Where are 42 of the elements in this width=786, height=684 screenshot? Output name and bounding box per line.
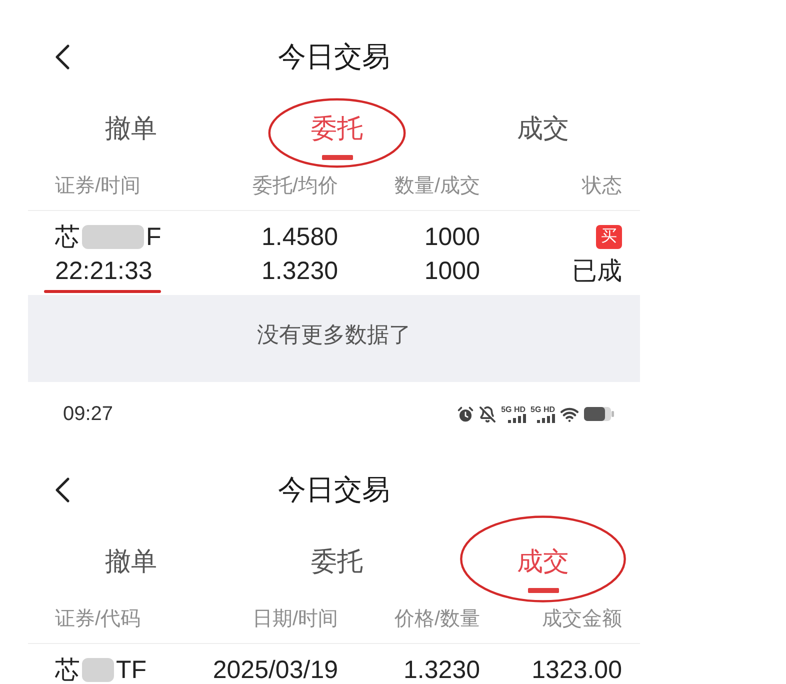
bell-off-icon xyxy=(479,406,496,422)
network-label: 5G HD xyxy=(530,405,555,414)
table-cell-text: 1323.00 xyxy=(532,655,622,684)
column-header: 证券/时间 xyxy=(55,175,141,197)
table-cell-text: 2025/03/19 xyxy=(212,655,338,684)
column-header: 成交金额 xyxy=(542,608,622,630)
tab[interactable]: 撤单 xyxy=(105,546,157,593)
blurred-patch xyxy=(82,225,144,249)
page-title: 今日交易 xyxy=(278,473,390,507)
column-header: 委托/均价 xyxy=(252,175,338,197)
column-header: 证券/代码 xyxy=(55,608,141,630)
stock-name-fragment: 芯 xyxy=(55,222,80,253)
back-icon[interactable] xyxy=(54,477,70,503)
battery-icon xyxy=(584,407,614,421)
stock-name-fragment: TF xyxy=(116,655,147,684)
network-label: 5G HD xyxy=(501,405,526,414)
trade-side-badge: 买 xyxy=(596,225,622,249)
table-cell-text: 1.3230 xyxy=(404,655,480,684)
tab[interactable]: 委托 xyxy=(311,546,363,593)
back-icon[interactable] xyxy=(54,44,70,70)
column-header: 数量/成交 xyxy=(394,175,480,197)
table-cell-text: 已成 xyxy=(572,256,622,287)
table-cell-text: 22:21:33 xyxy=(55,256,152,287)
table-cell-text: 1.4580 xyxy=(262,222,338,253)
stock-name-fragment: F xyxy=(146,222,162,253)
table-cell-text: 1.3230 xyxy=(262,256,338,287)
table-cell-text: 1000 xyxy=(424,256,480,287)
tab[interactable]: 成交 xyxy=(517,113,569,160)
blurred-patch xyxy=(82,658,114,682)
column-header: 价格/数量 xyxy=(394,608,480,630)
end-of-list-banner: 没有更多数据了 xyxy=(28,295,640,382)
signal-bars-icon xyxy=(537,414,555,423)
tab[interactable]: 撤单 xyxy=(105,113,157,160)
signal-bars-icon xyxy=(508,414,526,423)
table-cell-text: 1000 xyxy=(424,222,480,253)
column-header: 日期/时间 xyxy=(252,608,338,630)
column-header: 状态 xyxy=(582,175,622,197)
stock-name-fragment: 芯 xyxy=(55,655,80,684)
status-time: 09:27 xyxy=(63,402,114,426)
tab[interactable]: 成交 xyxy=(517,546,569,593)
page-title: 今日交易 xyxy=(278,40,390,74)
alarm-clock-icon xyxy=(457,406,474,422)
